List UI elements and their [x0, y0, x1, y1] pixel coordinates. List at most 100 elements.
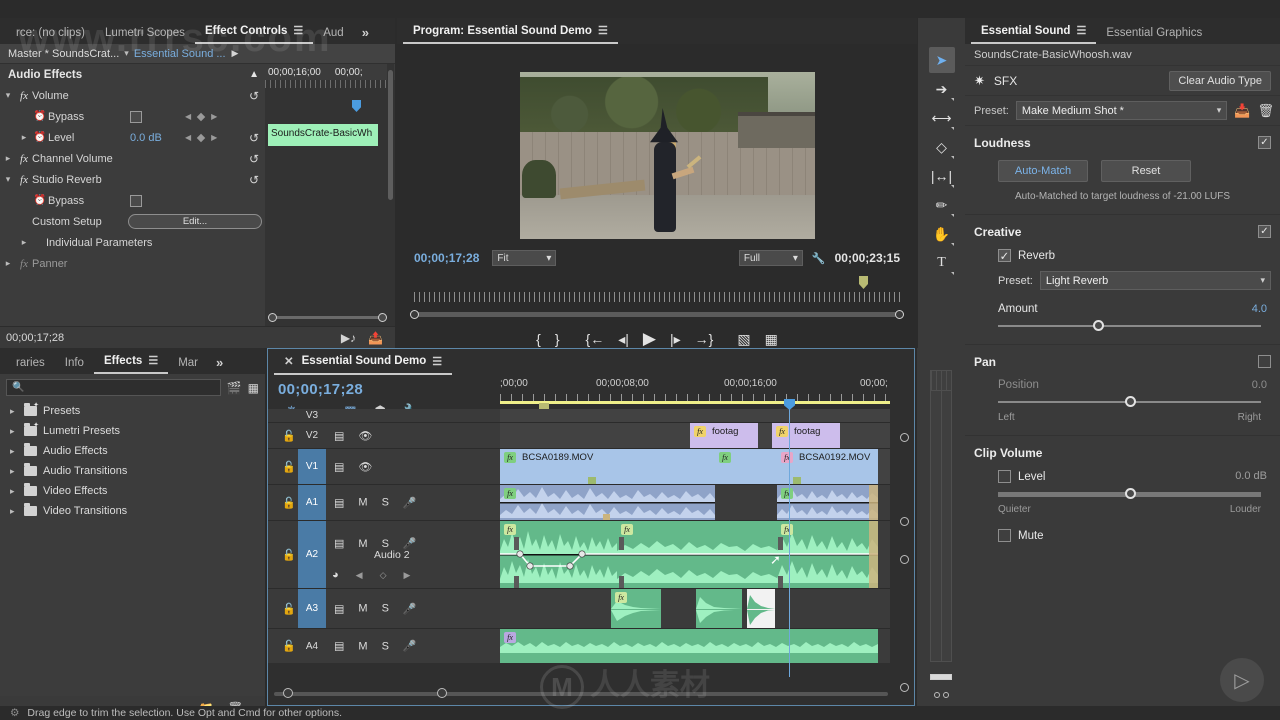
lock-icon[interactable]: 🔓	[282, 548, 296, 561]
chevron-right-icon[interactable]: ▸	[0, 153, 16, 164]
track-header-v1[interactable]: 🔓 V1 ▤ 👁	[268, 449, 500, 485]
chevron-right-icon[interactable]: ▸	[10, 446, 18, 457]
timeline-work-area-bar[interactable]	[500, 401, 890, 404]
auto-match-button[interactable]: Auto-Match	[998, 160, 1088, 182]
track-area-a1[interactable]: fx fx	[500, 485, 890, 521]
audio-effects-section-header[interactable]: Audio Effects ▲	[0, 64, 265, 85]
microphone-icon[interactable]: 🎤	[403, 640, 417, 653]
tab-effect-controls[interactable]: Effect Controls ☰	[194, 20, 314, 44]
track-area-a4[interactable]: fx	[500, 629, 890, 663]
tab-info[interactable]: Info	[55, 353, 94, 374]
go-to-out-icon[interactable]: →}	[695, 331, 714, 347]
eye-icon[interactable]: 👁	[358, 460, 372, 473]
rate-stretch-tool[interactable]: ◇	[929, 134, 955, 160]
ec-scroll-thumb[interactable]	[388, 70, 393, 200]
param-row-custom-setup[interactable]: Custom Setup Edit...	[0, 211, 265, 232]
go-to-in-icon[interactable]: {←	[586, 331, 605, 347]
stopwatch-icon[interactable]: ⏰	[32, 132, 48, 143]
chevron-right-icon[interactable]: ▸	[10, 426, 18, 437]
vscroll-handle-bottom[interactable]	[900, 683, 909, 692]
tab-source[interactable]: rce: (no clips)	[6, 23, 95, 44]
track-area-v2[interactable]: fx footag fx footag	[500, 423, 890, 449]
solo-track-icon[interactable]: S	[382, 497, 389, 509]
new-preset-bin-icon[interactable]: 🎬	[227, 381, 242, 395]
tabs-overflow-icon[interactable]: »	[354, 21, 377, 44]
vscroll-handle-mid2[interactable]	[900, 555, 909, 564]
sync-lock-icon[interactable]: ▤	[334, 537, 344, 550]
mark-out-icon[interactable]: }	[555, 331, 560, 347]
ripple-edit-tool[interactable]: ⟷	[929, 105, 955, 131]
reverb-preset-dropdown[interactable]: Light Reverb ▾	[1039, 271, 1271, 290]
mark-in-icon[interactable]: {	[536, 331, 541, 347]
meter-mute-icon[interactable]	[942, 692, 949, 698]
panel-menu-icon[interactable]: ☰	[432, 355, 442, 368]
amount-value[interactable]: 4.0	[1252, 303, 1267, 315]
ec-zoom-handle-left[interactable]	[268, 313, 277, 322]
lock-icon[interactable]: 🔓	[282, 640, 296, 653]
play-icon[interactable]: ▶	[643, 329, 656, 349]
track-label-a3[interactable]: A3	[298, 589, 326, 628]
clip-level-slider[interactable]	[998, 488, 1261, 500]
pm-in-marker[interactable]	[859, 276, 868, 289]
bypass-reverb-checkbox[interactable]	[130, 194, 142, 207]
ec-vertical-scrollbar[interactable]	[387, 64, 394, 326]
stopwatch-icon[interactable]: ⏰	[32, 195, 48, 206]
pm-time-ruler[interactable]	[414, 292, 900, 302]
track-label-a1[interactable]: A1	[298, 485, 326, 520]
lock-icon[interactable]: 🔓	[282, 496, 296, 509]
chevron-right-icon[interactable]: ▸	[0, 258, 16, 269]
hscroll-handle-right[interactable]	[437, 688, 447, 698]
tab-program-monitor[interactable]: Program: Essential Sound Demo ☰	[403, 20, 618, 44]
reset-icon-level[interactable]: ↺	[249, 131, 259, 145]
clip-level-slider-knob[interactable]	[1124, 488, 1136, 499]
chevron-right-icon[interactable]: ▸	[10, 466, 18, 477]
timeline-clip[interactable]: fx BCSA0189.MOV	[500, 449, 715, 484]
sync-lock-icon[interactable]: ▤	[334, 429, 344, 442]
track-area-a3[interactable]: fx	[500, 589, 890, 629]
meter-level-indicator[interactable]	[930, 674, 952, 680]
wrench-icon[interactable]: 🔧	[812, 252, 826, 265]
eye-icon[interactable]: 👁	[358, 429, 372, 442]
panel-menu-icon[interactable]: ☰	[598, 24, 608, 37]
param-row-panner[interactable]: ▸ fx Panner	[0, 253, 265, 274]
hscroll-handle-left[interactable]	[283, 688, 293, 698]
track-header-a2[interactable]: 🔓 A2 ▤ M S 🎤 Audio 2 ◕ ◀ ◇ ▶	[268, 521, 500, 589]
chevron-right-icon[interactable]: ▸	[10, 506, 18, 517]
sync-lock-icon[interactable]: ▤	[334, 460, 344, 473]
chevron-down-icon[interactable]: ▾	[0, 174, 16, 185]
chevron-right-icon[interactable]: ▸	[10, 406, 18, 417]
pm-fit-dropdown[interactable]: Fit ▾	[492, 250, 557, 266]
tab-essential-graphics[interactable]: Essential Graphics	[1096, 23, 1212, 44]
master-chevron-icon[interactable]: ▾	[119, 48, 134, 59]
selection-tool[interactable]: ➤	[928, 47, 955, 73]
panel-menu-icon[interactable]: ☰	[148, 354, 158, 367]
pan-slider-knob[interactable]	[1124, 396, 1136, 407]
tab-audio[interactable]: Aud	[313, 23, 353, 44]
clear-audio-type-button[interactable]: Clear Audio Type	[1169, 70, 1271, 91]
lift-icon[interactable]: ▧	[737, 331, 750, 348]
preview-play-icon[interactable]: ▷	[1220, 658, 1264, 702]
lock-icon[interactable]: 🔓	[282, 429, 296, 442]
track-label-a2[interactable]: A2	[298, 521, 326, 588]
accelerated-effects-icon[interactable]: ▦	[248, 381, 259, 395]
ec-zoom-scrollbar[interactable]	[268, 312, 387, 322]
slip-tool[interactable]: |↔|	[929, 163, 955, 189]
stopwatch-icon[interactable]: ⏰	[32, 111, 48, 122]
lock-icon[interactable]: 🔓	[282, 460, 296, 473]
export-icon[interactable]: 📤	[368, 331, 383, 345]
vscroll-handle-mid[interactable]	[900, 517, 909, 526]
loudness-enable-checkbox[interactable]: ✓	[1258, 136, 1271, 149]
timeline-timecode[interactable]: 00;00;17;28	[278, 381, 363, 398]
track-header-a3[interactable]: 🔓 A3 ▤ M S 🎤	[268, 589, 500, 629]
chevron-down-icon[interactable]: ▾	[0, 90, 16, 101]
sync-lock-icon[interactable]: ▤	[334, 602, 344, 615]
delete-preset-icon[interactable]: 🗑	[1257, 103, 1274, 119]
keyframe-type-icon[interactable]: ◕	[332, 569, 339, 581]
track-header-v3[interactable]: V3	[268, 409, 500, 423]
clip-level-checkbox[interactable]: ✓	[998, 470, 1011, 483]
tab-lumetri-scopes[interactable]: Lumetri Scopes	[95, 23, 195, 44]
ec-footer-timecode[interactable]: 00;00;17;28	[0, 332, 64, 344]
tab-essential-sound[interactable]: Essential Sound ☰	[971, 20, 1097, 44]
amount-slider[interactable]	[998, 320, 1261, 332]
edit-button[interactable]: Edit...	[128, 214, 262, 229]
